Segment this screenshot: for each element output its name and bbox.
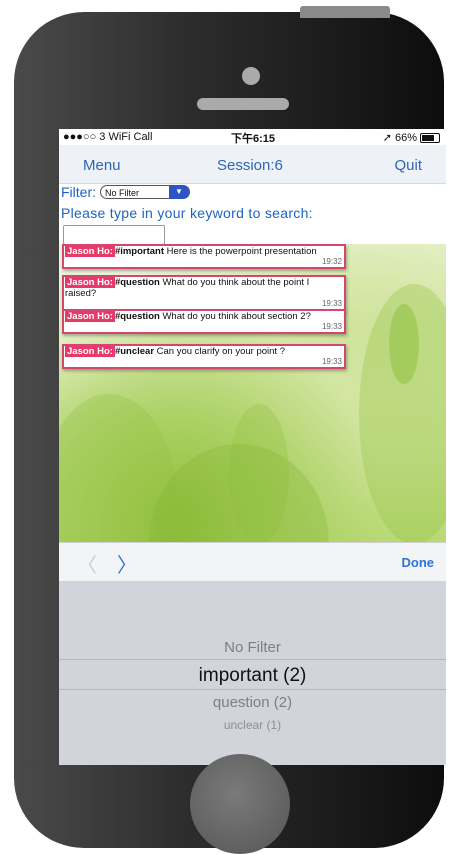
battery-status: ➚ 66% xyxy=(383,131,440,144)
location-icon: ➚ xyxy=(382,132,392,144)
message-time: 19:33 xyxy=(321,299,342,308)
carrier-label: ●●●○○ 3 WiFi Call xyxy=(63,131,153,143)
message-item[interactable]: Jason Ho: #question What do you think abo… xyxy=(62,275,346,311)
dropdown-arrow-icon: ▼ xyxy=(169,185,189,199)
chevron-left-icon[interactable]: 〈 xyxy=(77,549,97,578)
battery-percent: 66% xyxy=(394,131,417,144)
filter-select[interactable]: No Filter ▼ xyxy=(100,185,190,199)
session-title: Session:6 xyxy=(217,157,283,174)
camera-icon xyxy=(242,67,260,85)
search-prompt: Please type in your keyword to search: xyxy=(61,205,313,221)
status-time: 下午6:15 xyxy=(231,133,276,145)
picker-option[interactable]: question (2) xyxy=(59,694,446,711)
message-sender: Jason Ho: xyxy=(65,346,115,357)
done-button[interactable]: Done xyxy=(402,555,435,570)
message-tag: #important xyxy=(114,246,165,257)
filter-row: Filter: No Filter ▼ xyxy=(61,184,190,200)
message-time: 19:33 xyxy=(321,357,342,366)
keyboard-accessory-bar: 〈 〉 Done xyxy=(59,542,446,581)
background-leaf xyxy=(389,304,419,384)
filter-picker[interactable]: No Filter important (2) question (2) unc… xyxy=(59,581,446,765)
quit-button[interactable]: Quit xyxy=(394,157,422,174)
message-text: Here is the powerpoint presentation xyxy=(164,246,317,257)
message-text: What do you think about section 2? xyxy=(159,311,311,322)
menu-button[interactable]: Menu xyxy=(83,157,121,174)
picker-option-selected[interactable]: important (2) xyxy=(59,665,446,687)
message-item[interactable]: Jason Ho: #important Here is the powerpoi… xyxy=(62,244,346,269)
picker-option[interactable]: No Filter xyxy=(59,639,446,656)
message-time: 19:33 xyxy=(321,322,342,331)
message-sender: Jason Ho: xyxy=(65,277,115,288)
chevron-right-icon[interactable]: 〉 xyxy=(117,549,137,578)
message-sender: Jason Ho: xyxy=(65,311,115,322)
message-tag: #question xyxy=(114,311,160,322)
message-list[interactable]: Jason Ho: #important Here is the powerpoi… xyxy=(59,244,446,542)
message-text: Can you clarify on your point ? xyxy=(154,346,285,357)
status-bar: ●●●○○ 3 WiFi Call 下午6:15 ➚ 66% xyxy=(59,129,446,145)
speaker-grille xyxy=(197,98,289,110)
app-screen: ●●●○○ 3 WiFi Call 下午6:15 ➚ 66% Menu Sess… xyxy=(59,129,446,765)
message-time: 19:32 xyxy=(321,257,342,266)
search-input[interactable] xyxy=(63,225,165,245)
message-item[interactable]: Jason Ho: #unclear Can you clarify on you… xyxy=(62,344,346,369)
navigation-bar: Menu Session:6 Quit xyxy=(59,145,446,184)
message-tag: #unclear xyxy=(114,346,155,357)
filter-label: Filter: xyxy=(61,184,96,200)
background-leaf xyxy=(149,444,329,542)
home-button[interactable] xyxy=(190,754,290,854)
picker-option[interactable]: unclear (1) xyxy=(59,718,446,732)
picker-selection-line xyxy=(59,689,446,690)
message-item[interactable]: Jason Ho: #question What do you think abo… xyxy=(62,309,346,334)
filter-selected-value: No Filter xyxy=(105,188,140,198)
picker-selection-line xyxy=(59,659,446,660)
battery-icon xyxy=(420,132,440,143)
message-tag: #question xyxy=(114,277,160,288)
power-button[interactable] xyxy=(300,6,390,18)
phone-frame: ●●●○○ 3 WiFi Call 下午6:15 ➚ 66% Menu Sess… xyxy=(14,12,446,854)
message-sender: Jason Ho: xyxy=(65,246,115,257)
